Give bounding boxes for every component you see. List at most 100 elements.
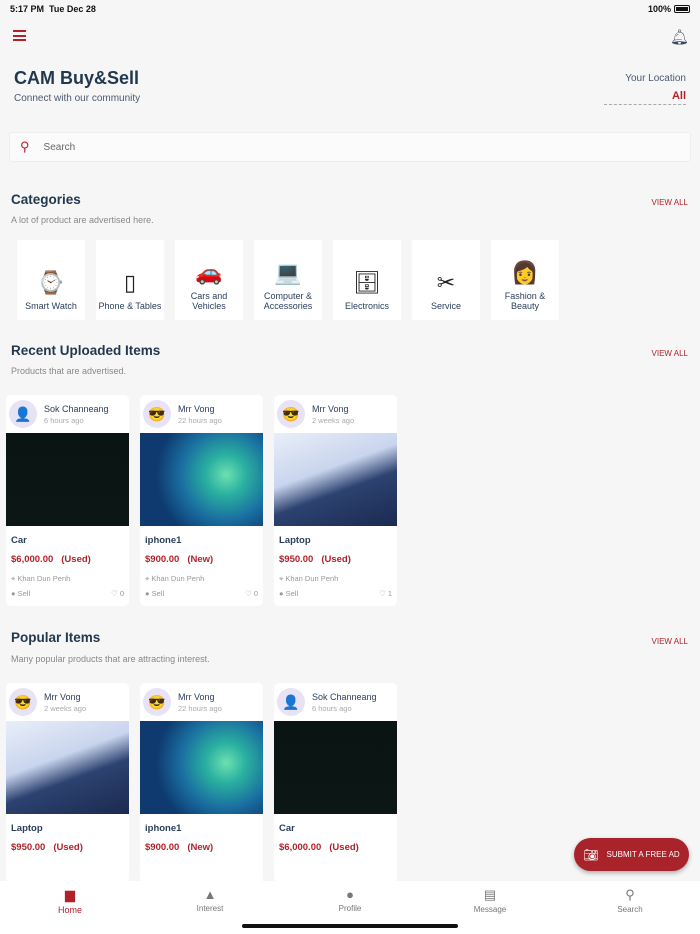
product-name: iphone1 [145,535,182,546]
home-indicator [242,924,458,928]
categories-title: Categories [11,192,81,207]
app-title: CAM Buy&Sell [14,68,140,88]
product-name: Laptop [11,823,43,834]
menu-icon[interactable] [13,30,26,44]
categories-subtitle: A lot of product are advertised here. [11,215,154,225]
category-tile[interactable]: 👩 Fashion & Beauty [491,240,559,320]
bell-icon[interactable]: 🔔︎ [670,28,689,46]
submit-ad-button[interactable]: 📷︎ SUBMIT A FREE AD [574,838,689,871]
nav-search[interactable]: ⚲ Search [560,881,700,934]
status-time: 5:17 PM Tue Dec 28 [10,4,96,14]
product-card[interactable]: 😎 Mrr Vong 2 weeks ago Laptop $950.00 (Used… [6,683,129,883]
posted-time: 22 hours ago [178,703,222,713]
category-label: Computer & Accessories [263,291,313,311]
product-card[interactable]: 😎 Mrr Vong 22 hours ago iphone1 $900.00 (Ne… [140,683,263,883]
recent-subtitle: Products that are advertised. [11,366,127,376]
avatar: 😎 [277,400,305,428]
location-pin-icon: ⌖ [279,574,284,583]
popular-view-all[interactable]: VIEW ALL [652,637,688,646]
search-icon: ⚲ [625,887,635,902]
product-image [6,721,129,814]
location-label: Your Location [625,73,686,84]
like-button[interactable]: ♡ 0 [111,589,124,598]
dot-icon: ● [279,589,284,598]
product-name: Car [11,535,27,546]
product-condition: (Used) [61,554,91,565]
avatar: 👤 [9,400,37,428]
product-condition: (Used) [329,842,359,853]
category-tile[interactable]: ✂ Service [412,240,480,320]
listing-type: Sell [151,589,165,598]
battery-icon [674,5,690,13]
product-location: Khan Dun Penh [17,574,71,583]
posted-time: 2 weeks ago [312,415,355,425]
category-icon: ✂ [436,270,456,295]
avatar: 😎 [143,688,171,716]
category-label: Cars and Vehicles [190,291,228,311]
listing-type: Sell [285,589,299,598]
avatar: 😎 [143,400,171,428]
camera-icon: 📷︎ [583,847,599,862]
category-icon: 👩 [511,260,539,285]
product-name: iphone1 [145,823,182,834]
product-location: Khan Dun Penh [285,574,339,583]
product-price: $900.00 [145,842,180,853]
search-icon: ⚲ [20,139,30,154]
posted-time: 6 hours ago [312,703,352,713]
search-input[interactable]: ⚲ Search [9,132,691,162]
seller-name: Mrr Vong [178,691,215,702]
product-card[interactable]: 😎 Mrr Vong 2 weeks ago Laptop $950.00 (Used… [274,395,397,606]
product-condition: (Used) [53,842,83,853]
product-name: Laptop [279,535,311,546]
product-name: Car [279,823,295,834]
category-tile[interactable]: 🚗 Cars and Vehicles [175,240,243,320]
home-icon: ▆ [65,887,75,902]
interest-icon: ▲ [203,887,217,902]
seller-name: Sok Channeang [312,691,377,702]
category-icon: 💻 [274,260,302,285]
product-card[interactable]: 😎 Mrr Vong 22 hours ago iphone1 $900.00 (Ne… [140,395,263,606]
like-button[interactable]: ♡ 1 [379,589,392,598]
product-price: $900.00 [145,554,180,565]
product-card[interactable]: 👤 Sok Channeang 6 hours ago Car $6,000.00 (… [274,683,397,883]
popular-title: Popular Items [11,630,101,645]
listing-type: Sell [17,589,31,598]
product-condition: (New) [187,842,214,853]
category-icon: ⌚ [37,270,65,295]
product-price: $6,000.00 [11,554,54,565]
like-button[interactable]: ♡ 0 [245,589,258,598]
avatar: 😎 [9,688,37,716]
location-pin-icon: ⌖ [145,574,150,583]
seller-name: Mrr Vong [312,403,349,414]
category-tile[interactable]: ▯ Phone & Tables [96,240,164,320]
product-image [274,721,397,814]
product-price: $950.00 [11,842,46,853]
posted-time: 2 weeks ago [44,703,87,713]
category-label: Service [430,301,461,311]
product-condition: (New) [187,554,214,565]
product-card[interactable]: 👤 Sok Channeang 6 hours ago Car $6,000.00 (… [6,395,129,606]
seller-name: Sok Channeang [44,403,109,414]
popular-subtitle: Many popular products that are attractin… [11,654,210,664]
recent-view-all[interactable]: VIEW ALL [652,349,688,358]
product-location: Khan Dun Penh [151,574,205,583]
category-label: Phone & Tables [98,301,162,311]
categories-view-all[interactable]: VIEW ALL [652,198,688,207]
posted-time: 22 hours ago [178,415,222,425]
location-select[interactable]: All [604,90,686,105]
message-icon: ▤ [483,887,497,902]
app-subtitle: Connect with our community [14,93,141,104]
category-tile[interactable]: 🗄 Electronics [333,240,401,320]
nav-home[interactable]: ▆ Home [0,881,140,934]
product-image [140,433,263,526]
dot-icon: ● [11,589,16,598]
category-label: Electronics [344,301,389,311]
location-pin-icon: ⌖ [11,574,16,583]
avatar: 👤 [277,688,305,716]
category-tile[interactable]: ⌚ Smart Watch [17,240,85,320]
posted-time: 6 hours ago [44,415,84,425]
product-image [274,433,397,526]
category-tile[interactable]: 💻 Computer & Accessories [254,240,322,320]
product-image [6,433,129,526]
product-price: $6,000.00 [279,842,322,853]
